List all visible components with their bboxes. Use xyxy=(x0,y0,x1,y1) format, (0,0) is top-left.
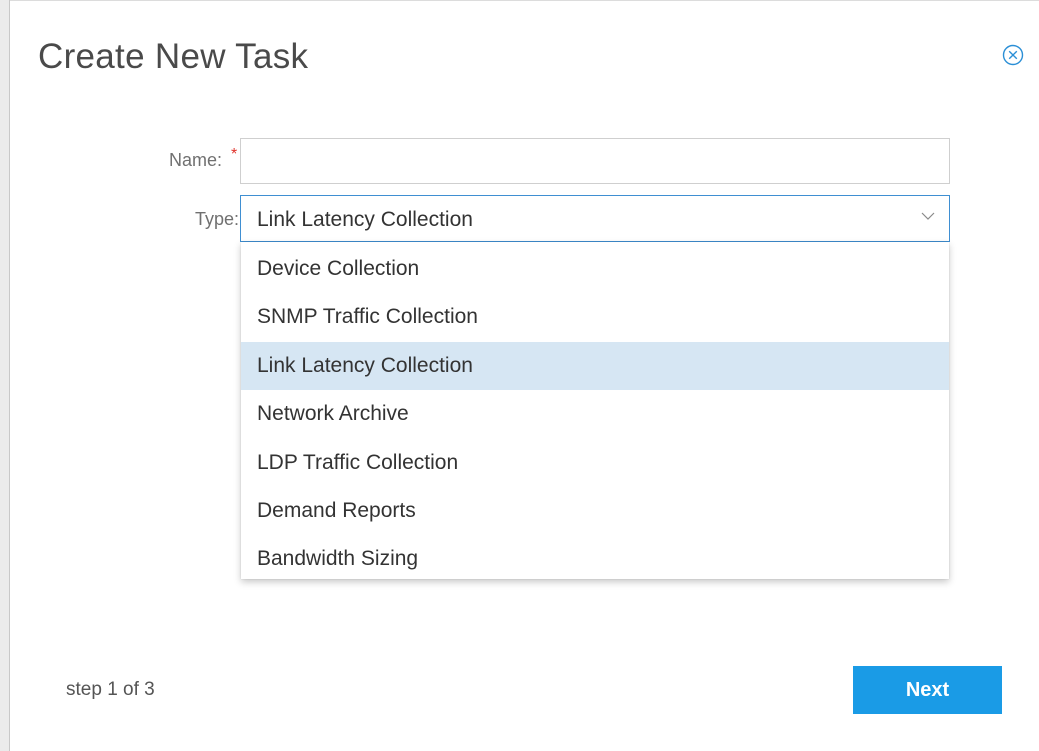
create-task-dialog: Create New Task Name: * Type: Link Laten… xyxy=(10,0,1039,751)
close-button[interactable] xyxy=(1002,44,1024,66)
type-label: Type: xyxy=(194,209,239,229)
type-dropdown-menu: Device Collection SNMP Traffic Collectio… xyxy=(241,242,949,579)
type-select[interactable]: Link Latency Collection xyxy=(240,195,950,242)
dialog-title: Create New Task xyxy=(38,37,309,76)
dropdown-option-link-latency-collection[interactable]: Link Latency Collection xyxy=(241,341,949,391)
page: Create New Task Name: * Type: Link Laten… xyxy=(0,0,1039,751)
dropdown-option-ldp-traffic-collection[interactable]: LDP Traffic Collection xyxy=(241,439,949,487)
step-indicator: step 1 of 3 xyxy=(66,679,155,700)
background-edge xyxy=(0,0,10,751)
name-label: Name: xyxy=(168,150,222,170)
name-input[interactable] xyxy=(240,138,950,184)
close-circle-icon xyxy=(1002,44,1024,66)
next-button[interactable]: Next xyxy=(853,666,1002,714)
dropdown-option-network-archive[interactable]: Network Archive xyxy=(241,390,949,438)
required-mark: * xyxy=(231,146,238,163)
chevron-down-icon xyxy=(921,212,935,220)
dropdown-option-demand-reports[interactable]: Demand Reports xyxy=(241,487,949,535)
type-select-value: Link Latency Collection xyxy=(257,208,473,231)
dropdown-option-snmp-traffic-collection[interactable]: SNMP Traffic Collection xyxy=(241,293,949,341)
dropdown-option-bandwidth-sizing[interactable]: Bandwidth Sizing xyxy=(241,535,949,583)
dropdown-option-device-collection[interactable]: Device Collection xyxy=(241,245,949,293)
